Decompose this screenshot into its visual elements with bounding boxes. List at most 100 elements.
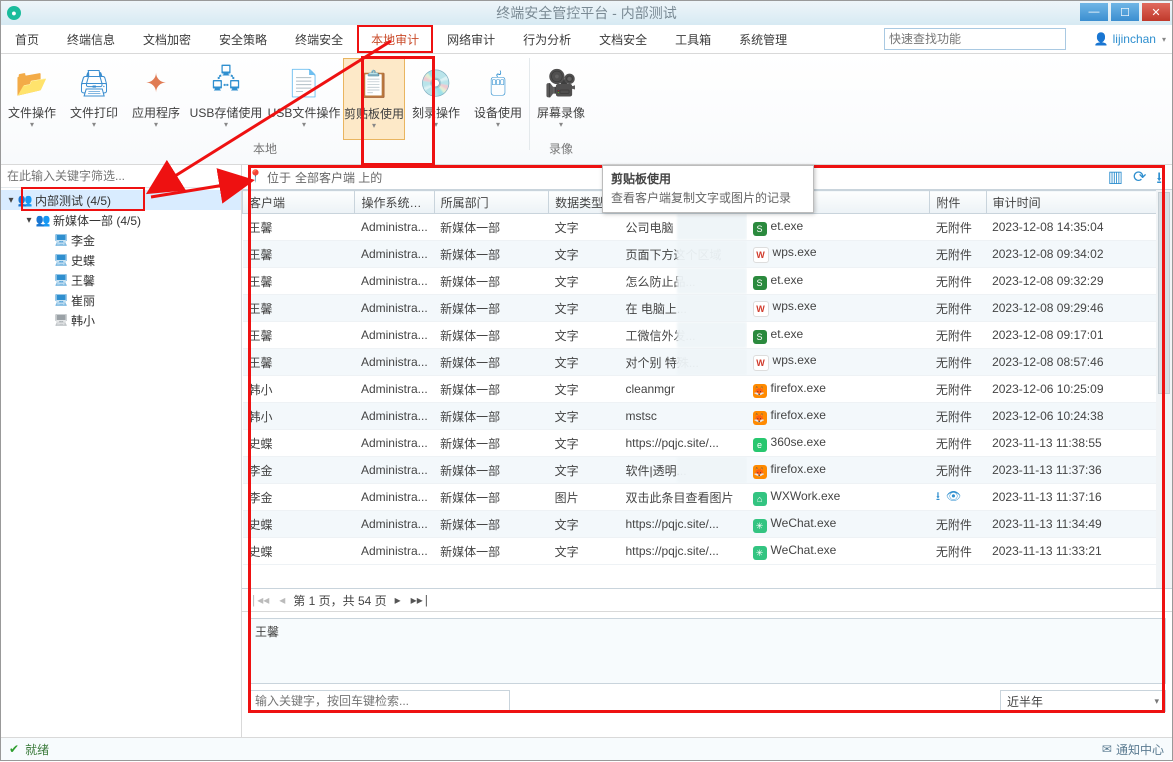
- window-title: 终端安全管控平台 - 内部测试: [1, 3, 1172, 23]
- vertical-scrollbar[interactable]: [1156, 190, 1172, 588]
- audit-table[interactable]: 客户端操作系统账...所属部门数据类型内容进程名附件审计时间王馨Administ…: [242, 189, 1172, 589]
- column-header[interactable]: 审计时间: [986, 191, 1171, 214]
- menu-10[interactable]: 系统管理: [725, 25, 801, 53]
- quick-search-input[interactable]: [885, 29, 1065, 49]
- table-row[interactable]: 史蝶Administra...新媒体一部文字https://pqjc.site/…: [243, 538, 1172, 565]
- ribbon-USB存储使用[interactable]: 🖧USB存储使用▾: [187, 58, 265, 140]
- time-range-select[interactable]: 近半年 ▾: [1000, 690, 1166, 712]
- tree-node[interactable]: ▾👥内部测试 (4/5): [1, 190, 241, 210]
- table-row[interactable]: 王馨Administra...新媒体一部文字怎么防止品...Set.exe无附件…: [243, 268, 1172, 295]
- column-header[interactable]: 所属部门: [434, 191, 549, 214]
- tree-node-label: 王馨: [69, 272, 95, 289]
- pager-last-button[interactable]: ▸▸|: [409, 593, 432, 608]
- menu-2[interactable]: 文档加密: [129, 25, 205, 53]
- table-row[interactable]: 王馨Administra...新媒体一部文字 工微信外发...Set.exe无附…: [243, 322, 1172, 349]
- menu-bar: 首页终端信息文档加密安全策略终端安全本地审计网络审计行为分析文档安全工具箱系统管…: [1, 25, 1172, 54]
- pager-first-button[interactable]: |◂◂: [248, 593, 271, 608]
- tree-node[interactable]: 🖥韩小: [1, 310, 241, 330]
- ribbon-剪贴板使用[interactable]: 📋剪贴板使用▾: [343, 58, 405, 140]
- tree-node-icon: 🖥: [53, 273, 69, 287]
- ribbon-tooltip: 剪贴板使用 查看客户端复制文字或图片的记录: [602, 165, 814, 213]
- ribbon-刻录操作[interactable]: 💿刻录操作▾: [405, 58, 467, 140]
- tree-node[interactable]: 🖥李金: [1, 230, 241, 250]
- quick-search-box[interactable]: [884, 28, 1066, 50]
- menu-3[interactable]: 安全策略: [205, 25, 281, 53]
- ribbon-文件操作[interactable]: 📂文件操作▾: [1, 58, 63, 140]
- ribbon-icon: 💿: [419, 66, 453, 100]
- tooltip-desc: 查看客户端复制文字或图片的记录: [611, 189, 805, 206]
- menu-7[interactable]: 行为分析: [509, 25, 585, 53]
- table-row[interactable]: 史蝶Administra...新媒体一部文字https://pqjc.site/…: [243, 511, 1172, 538]
- column-header[interactable]: 客户端: [243, 191, 355, 214]
- user-avatar-icon: 👤: [1094, 32, 1109, 46]
- menu-6[interactable]: 网络审计: [433, 25, 509, 53]
- notice-center-button[interactable]: ✉ 通知中心: [1102, 741, 1164, 758]
- tree-node-icon: 🖥: [53, 253, 69, 267]
- download-icon[interactable]: ⭳: [936, 489, 940, 503]
- window-maximize-button[interactable]: ☐: [1111, 3, 1139, 21]
- mail-icon: ✉: [1102, 742, 1112, 756]
- tree-node[interactable]: 🖥史蝶: [1, 250, 241, 270]
- menu-8[interactable]: 文档安全: [585, 25, 661, 53]
- menu-9[interactable]: 工具箱: [661, 25, 725, 53]
- ribbon-icon: 🖧: [209, 66, 243, 100]
- process-icon: ✳: [753, 519, 767, 533]
- tree-node-label: 史蝶: [69, 252, 95, 269]
- column-header[interactable]: 操作系统账...: [355, 191, 434, 214]
- table-row[interactable]: 韩小Administra...新媒体一部文字mstsc🦊firefox.exe无…: [243, 403, 1172, 430]
- content-toolbar: 📍 位于 全部客户端 上的 剪贴板使用 查看客户端复制文字或图片的记录 ▥ ⟳ …: [242, 165, 1172, 189]
- chevron-down-icon: ▾: [372, 122, 376, 130]
- menu-5[interactable]: 本地审计: [357, 25, 433, 53]
- pager-next-button[interactable]: ▸: [393, 593, 403, 608]
- ribbon-应用程序[interactable]: ✦应用程序▾: [125, 58, 187, 140]
- tree-node-label: 李金: [69, 232, 95, 249]
- tree-node-label: 崔丽: [69, 292, 95, 309]
- client-tree[interactable]: ▾👥内部测试 (4/5)▾👥新媒体一部 (4/5)🖥李金🖥史蝶🖥王馨🖥崔丽🖥韩小: [1, 188, 241, 738]
- ribbon-设备使用[interactable]: 🖱设备使用▾: [467, 58, 529, 140]
- table-row[interactable]: 王馨Administra...新媒体一部文字公司电脑Set.exe无附件2023…: [243, 214, 1172, 241]
- table-row[interactable]: 李金Administra...新媒体一部图片双击此条目查看图片⌂WXWork.e…: [243, 484, 1172, 511]
- pager-prev-button[interactable]: ◂: [277, 593, 287, 608]
- table-row[interactable]: 史蝶Administra...新媒体一部文字https://pqjc.site/…: [243, 430, 1172, 457]
- ribbon-USB文件操作[interactable]: 📄USB文件操作▾: [265, 58, 343, 140]
- tree-filter-input[interactable]: [1, 165, 241, 187]
- table-row[interactable]: 王馨Administra...新媒体一部文字页面下方这个区域Wwps.exe无附…: [243, 241, 1172, 268]
- process-icon: ⌂: [753, 492, 767, 506]
- ribbon-icon: 🖨: [77, 66, 111, 100]
- breadcrumb: 📍 位于 全部客户端 上的: [248, 169, 382, 186]
- process-icon: W: [753, 247, 769, 263]
- chevron-down-icon: ▾: [92, 121, 96, 129]
- status-ok-icon: ✔: [9, 742, 19, 756]
- menu-4[interactable]: 终端安全: [281, 25, 357, 53]
- tree-twisty-icon[interactable]: ▾: [23, 215, 35, 226]
- window-minimize-button[interactable]: —: [1080, 3, 1108, 21]
- detail-text: 王馨: [255, 625, 279, 639]
- tree-node[interactable]: 🖥崔丽: [1, 290, 241, 310]
- ribbon-group-label: 本地: [1, 140, 529, 158]
- ribbon-文件打印[interactable]: 🖨文件打印▾: [63, 58, 125, 140]
- window-close-button[interactable]: ✕: [1142, 3, 1170, 21]
- menu-1[interactable]: 终端信息: [53, 25, 129, 53]
- camera-icon: 🎥: [544, 66, 578, 100]
- sidebar: ▾👥内部测试 (4/5)▾👥新媒体一部 (4/5)🖥李金🖥史蝶🖥王馨🖥崔丽🖥韩小: [1, 165, 242, 738]
- tree-node[interactable]: 🖥王馨: [1, 270, 241, 290]
- table-row[interactable]: 李金Administra...新媒体一部文字 软件|透明...🦊firefox.…: [243, 457, 1172, 484]
- view-icon[interactable]: 👁: [946, 489, 961, 503]
- user-name: lijinchan: [1113, 32, 1156, 46]
- ribbon-group-label: 录像: [530, 140, 592, 158]
- tree-twisty-icon[interactable]: ▾: [5, 195, 17, 206]
- ribbon-屏幕录像[interactable]: 🎥屏幕录像▾: [530, 58, 592, 140]
- table-row[interactable]: 王馨Administra...新媒体一部文字在 电脑上...Wwps.exe无附…: [243, 295, 1172, 322]
- status-text: 就绪: [25, 741, 49, 758]
- table-row[interactable]: 王馨Administra...新媒体一部文字对个别 特殊...Wwps.exe无…: [243, 349, 1172, 376]
- process-icon: 🦊: [753, 465, 767, 479]
- process-icon: W: [753, 301, 769, 317]
- keyword-search-input[interactable]: [249, 691, 509, 711]
- menu-0[interactable]: 首页: [1, 25, 53, 53]
- tree-node[interactable]: ▾👥新媒体一部 (4/5): [1, 210, 241, 230]
- column-header[interactable]: 附件: [930, 191, 986, 214]
- table-row[interactable]: 韩小Administra...新媒体一部文字cleanmgr🦊firefox.e…: [243, 376, 1172, 403]
- tree-node-icon: 🖥: [53, 233, 69, 247]
- user-menu[interactable]: 👤 lijinchan ▾: [1094, 25, 1166, 53]
- chevron-down-icon: ▾: [30, 121, 34, 129]
